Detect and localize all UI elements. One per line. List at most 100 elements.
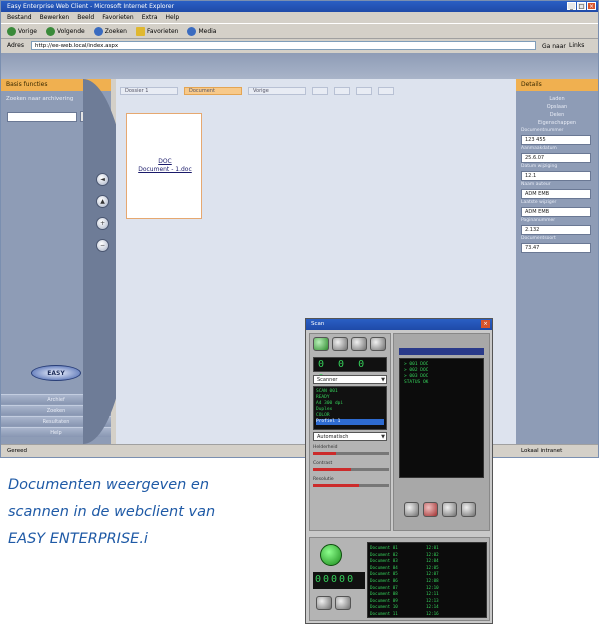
address-input[interactable]: http://ee-web.local/index.aspx — [31, 41, 536, 50]
queue-row[interactable]: Document 04 12:05 — [370, 565, 484, 572]
maximize-button[interactable]: □ — [577, 2, 586, 10]
queue-cell: 12:02 — [426, 551, 439, 557]
scanner-tool-icons — [310, 334, 390, 354]
tab-page-2[interactable] — [334, 87, 350, 95]
queue-row[interactable]: Document 01 12:01 — [370, 545, 484, 552]
search-button[interactable]: Zoeken — [93, 24, 127, 38]
scanner-tool-icon[interactable] — [351, 337, 367, 351]
queue-cell: Document 05 — [370, 571, 398, 577]
queue-cell: Document 04 — [370, 564, 398, 570]
field-label: Naam auteur — [521, 182, 551, 187]
menu-bar: Bestand Bewerken Beeld Favorieten Extra … — [1, 12, 598, 23]
field-value[interactable]: ADM EMB — [521, 189, 591, 199]
queue-row[interactable]: Document 09 12:13 — [370, 598, 484, 605]
tab-document[interactable]: Document — [184, 87, 242, 95]
forward-icon — [45, 26, 55, 36]
action-properties[interactable]: Eigenschappen — [516, 119, 598, 127]
field-value[interactable]: 2.132 — [521, 225, 591, 235]
menu-favorites[interactable]: Favorieten — [102, 12, 133, 23]
preview-button[interactable] — [461, 502, 476, 517]
field-value[interactable]: ADM EMB — [521, 207, 591, 217]
status-bar: Gereed Lokaal intranet — [1, 444, 598, 457]
menu-tools[interactable]: Extra — [142, 12, 158, 23]
caption: Documenten weergeven en scannen in de we… — [8, 472, 288, 553]
resolution-slider[interactable]: Resolutie — [313, 477, 389, 489]
side-button-back[interactable]: ◄ — [96, 173, 109, 186]
menu-file[interactable]: Bestand — [7, 12, 32, 23]
queue-tool-icon[interactable] — [335, 596, 351, 610]
field-page-number: Paginanummer 2.132 — [521, 217, 598, 235]
scanner-title-bar: Scan × — [306, 319, 492, 330]
tab-page-4[interactable] — [378, 87, 394, 95]
tab-previous[interactable]: Vorige — [248, 87, 306, 95]
minimize-button[interactable]: _ — [567, 2, 576, 10]
window-title: Easy Enterprise Web Client - Microsoft I… — [7, 3, 175, 10]
menu-view[interactable]: Beeld — [77, 12, 94, 23]
archive-search-input[interactable] — [7, 112, 77, 122]
page-counter: 00000 — [313, 572, 365, 589]
profile-selected-line[interactable]: Profiel 1 — [316, 419, 384, 425]
back-button[interactable]: Vorige — [7, 24, 37, 38]
queue-cell: 12:13 — [426, 597, 439, 603]
menu-help[interactable]: Help — [166, 12, 180, 23]
scanner-tool-icon[interactable] — [332, 337, 348, 351]
field-value[interactable]: 25.6.07 — [521, 153, 591, 163]
status-text: Gereed — [7, 448, 28, 454]
action-load[interactable]: Laden — [516, 95, 598, 103]
forward-button[interactable]: Volgende — [45, 24, 85, 38]
field-value[interactable]: 123 455 — [521, 135, 591, 145]
close-button[interactable]: × — [587, 2, 596, 10]
contrast-slider[interactable]: Contrast — [313, 461, 389, 473]
field-last-editor: Laatste wijziger ADM EMB — [521, 199, 598, 217]
queue-row[interactable]: Document 05 12:07 — [370, 571, 484, 578]
favorites-button[interactable]: Favorieten — [135, 24, 178, 38]
scanner-select[interactable]: Scanner — [313, 375, 387, 384]
field-author: Naam auteur ADM EMB — [521, 181, 598, 199]
action-save[interactable]: Opslaan — [516, 103, 598, 111]
queue-cell: 12:16 — [426, 610, 439, 616]
queue-row[interactable]: Document 02 12:02 — [370, 552, 484, 559]
scanner-tool-icon[interactable] — [370, 337, 386, 351]
browser-window: Easy Enterprise Web Client - Microsoft I… — [0, 0, 599, 458]
tab-dossier[interactable]: Dossier 1 — [120, 87, 178, 95]
queue-row[interactable]: Document 03 12:04 — [370, 558, 484, 565]
scanner-close-button[interactable]: × — [481, 320, 490, 328]
document-link[interactable]: DOC Document - 1.doc — [127, 158, 203, 174]
side-button-up[interactable]: ▲ — [96, 195, 109, 208]
field-label: Documentsoort — [521, 236, 556, 241]
queue-row[interactable]: Document 08 12:11 — [370, 591, 484, 598]
queue-row[interactable]: Document 07 12:10 — [370, 585, 484, 592]
media-button[interactable]: Media — [187, 24, 216, 38]
queue-row[interactable]: Document 06 12:08 — [370, 578, 484, 585]
queue-cell: Document 03 — [370, 558, 398, 564]
field-value[interactable]: 12.1 — [521, 171, 591, 181]
field-value[interactable]: 73.47 — [521, 243, 591, 253]
media-icon — [187, 26, 197, 36]
preview-button[interactable] — [404, 502, 419, 517]
document-thumbnail[interactable]: DOC Document - 1.doc — [126, 113, 202, 219]
brightness-slider[interactable]: Helderheid — [313, 445, 389, 457]
action-share[interactable]: Delen — [516, 111, 598, 119]
tab-page-3[interactable] — [356, 87, 372, 95]
tab-page-1[interactable] — [312, 87, 328, 95]
browser-toolbar: Vorige Volgende Zoeken Favorieten Media — [1, 23, 598, 39]
slider-label: Contrast — [313, 461, 333, 466]
scan-mode-select[interactable]: Automatisch — [313, 432, 387, 441]
forward-label: Volgende — [56, 27, 85, 35]
menu-edit[interactable]: Bewerken — [40, 12, 70, 23]
stop-button[interactable] — [423, 502, 438, 517]
document-name: Document - 1.doc — [138, 166, 192, 173]
queue-cell: Document 10 — [370, 604, 398, 610]
zoom-out-button[interactable]: − — [96, 239, 109, 252]
scan-start-icon[interactable] — [313, 337, 329, 351]
links-button[interactable]: Links — [569, 39, 584, 52]
field-label: Documentnummer — [521, 128, 564, 133]
queue-row[interactable]: Document 10 12:14 — [370, 604, 484, 611]
zoom-in-button[interactable]: + — [96, 217, 109, 230]
go-button[interactable]: Ga naar — [542, 40, 566, 53]
search-label: Zoeken — [104, 27, 127, 35]
queue-row[interactable]: Document 11 12:16 — [370, 611, 484, 618]
preview-button[interactable] — [442, 502, 457, 517]
queue-tool-icon[interactable] — [316, 596, 332, 610]
title-bar: Easy Enterprise Web Client - Microsoft I… — [1, 1, 598, 12]
